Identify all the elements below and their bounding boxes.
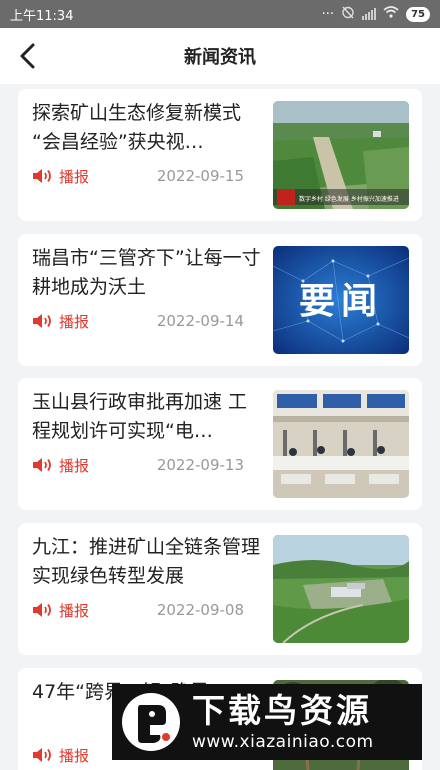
speaker-icon	[33, 458, 51, 472]
watermark-banner: 下载鸟资源 www.xiazainiao.com	[112, 684, 422, 760]
thumb-caption: 要闻	[299, 281, 383, 322]
nav-header: 新闻资讯	[0, 28, 440, 84]
news-thumbnail: 要闻	[273, 246, 409, 354]
status-time: 上午11:34	[10, 8, 74, 24]
speaker-icon	[33, 603, 51, 617]
signal-icon	[362, 8, 377, 20]
more-dots-icon: ···	[321, 6, 335, 22]
speaker-icon	[33, 748, 51, 762]
news-date: 2022-09-08	[156, 601, 244, 619]
news-thumbnail	[273, 535, 409, 643]
broadcast-button[interactable]: 播报	[32, 455, 89, 476]
broadcast-button[interactable]: 播报	[32, 166, 89, 187]
back-button[interactable]	[12, 40, 44, 72]
news-date: 2022-09-14	[156, 312, 244, 330]
page-title: 新闻资讯	[184, 47, 256, 68]
news-meta: 播报 2022-09-14	[32, 310, 244, 332]
thumb-caption: 数字乡村 绿色发展 乡村振兴加速推进	[299, 195, 399, 203]
news-thumbnail: 数字乡村 绿色发展 乡村振兴加速推进	[273, 101, 409, 209]
speaker-icon	[33, 169, 51, 183]
speaker-icon	[33, 314, 51, 328]
news-meta: 播报 2022-09-08	[32, 599, 244, 621]
bird-logo-icon	[122, 693, 180, 751]
broadcast-label: 播报	[59, 312, 90, 331]
broadcast-label: 播报	[59, 601, 90, 620]
news-card[interactable]: 玉山县行政审批再加速 工程规划许可实现“电… 播报 2022-09-13	[18, 378, 422, 510]
broadcast-button[interactable]: 播报	[32, 311, 89, 332]
alarm-off-icon	[341, 5, 355, 23]
broadcast-label: 播报	[59, 456, 90, 475]
broadcast-label: 播报	[59, 746, 90, 765]
news-thumbnail	[273, 390, 409, 498]
battery-icon: 75	[406, 6, 430, 22]
broadcast-button[interactable]: 播报	[32, 600, 89, 621]
news-title: 玉山县行政审批再加速 工程规划许可实现“电…	[32, 391, 248, 442]
broadcast-button[interactable]: 播报	[32, 745, 89, 766]
news-meta: 播报 2022-09-13	[32, 454, 244, 476]
broadcast-label: 播报	[59, 167, 90, 186]
news-card[interactable]: 探索矿山生态修复新模式 “会昌经验”获央视… 播报 2022-09-15 数字乡…	[18, 89, 422, 221]
chevron-left-icon	[20, 43, 35, 69]
news-date: 2022-09-15	[156, 167, 244, 185]
news-title: 瑞昌市“三管齐下”让每一寸耕地成为沃土	[32, 247, 261, 298]
watermark-title: 下载鸟资源	[192, 691, 372, 730]
news-card[interactable]: 瑞昌市“三管齐下”让每一寸耕地成为沃土 播报 2022-09-14 要闻	[18, 234, 422, 366]
news-card[interactable]: 九江：推进矿山全链条管理 实现绿色转型发展 播报 2022-09-08	[18, 523, 422, 655]
news-title: 探索矿山生态修复新模式 “会昌经验”获央视…	[32, 102, 242, 153]
watermark-url: www.xiazainiao.com	[192, 732, 374, 752]
news-date: 2022-09-13	[156, 456, 244, 474]
status-bar: 上午11:34 ··· 75	[0, 0, 440, 28]
news-meta: 播报 2022-09-15	[32, 165, 244, 187]
news-title: 九江：推进矿山全链条管理 实现绿色转型发展	[32, 536, 261, 587]
wifi-icon	[383, 6, 399, 22]
status-icons: ··· 75	[322, 5, 430, 23]
